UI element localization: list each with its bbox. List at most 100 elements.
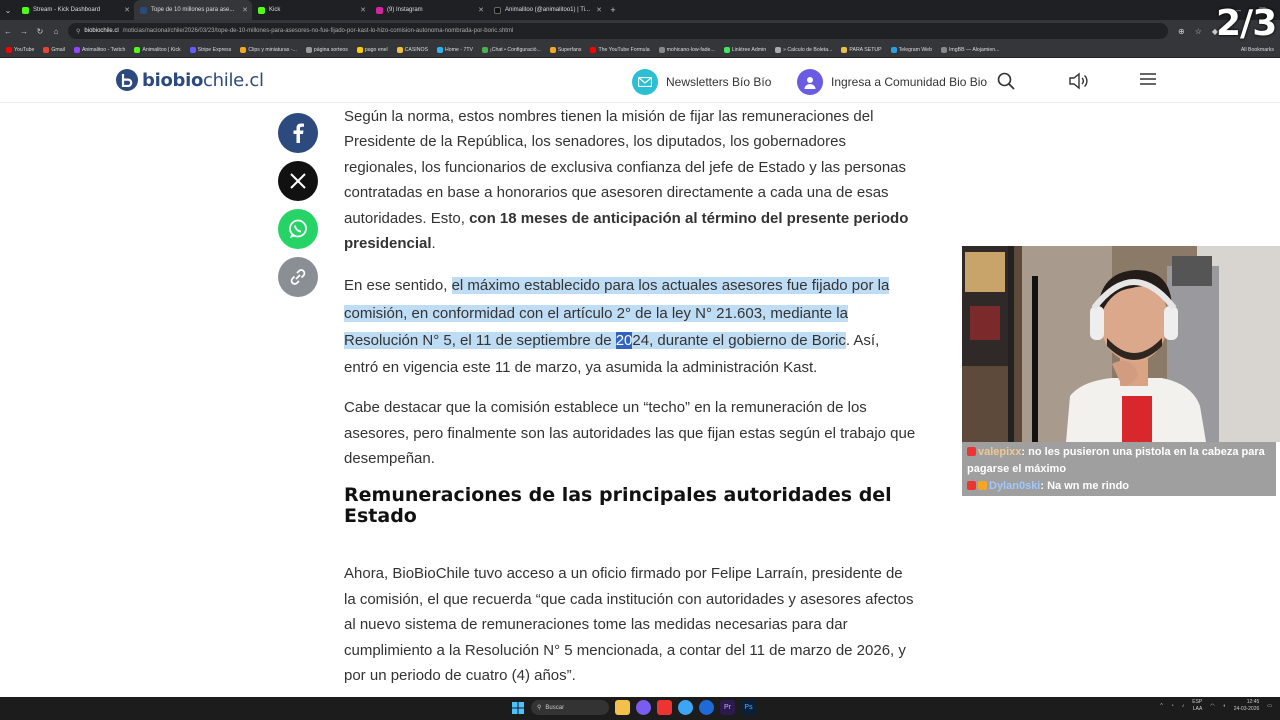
premiere-icon[interactable]: Pr <box>720 700 735 715</box>
bookmark-favicon-icon <box>890 46 897 53</box>
tab-search-icon[interactable]: ⌄ <box>0 6 16 15</box>
webcam-overlay <box>962 246 1280 442</box>
close-tab-icon[interactable]: ✕ <box>478 6 484 14</box>
reload-icon[interactable]: ↻ <box>32 27 48 36</box>
wifi-icon[interactable]: ◠ <box>1210 703 1214 709</box>
discord-icon[interactable] <box>636 700 651 715</box>
back-icon[interactable]: ← <box>0 27 16 36</box>
tab-kick-dashboard[interactable]: Stream - Kick Dashboard ✕ <box>16 0 134 20</box>
tray-chevron-icon[interactable]: ^ <box>1160 703 1162 709</box>
bookmark-favicon-icon <box>189 46 196 53</box>
url-field[interactable]: ⚲ biobiochile.cl/noticias/nacional/chile… <box>68 23 1168 39</box>
search-icon: ⚲ <box>537 705 542 711</box>
search-icon[interactable] <box>997 72 1015 95</box>
bookmark-item[interactable]: Animalitoo - Twitch <box>73 46 125 53</box>
search-label: Buscar <box>545 704 565 711</box>
close-tab-icon[interactable]: ✕ <box>242 6 248 14</box>
bookmark-item[interactable]: pago enel <box>356 46 388 53</box>
bookmark-item[interactable]: PARA SETUP <box>841 46 882 53</box>
photoshop-icon[interactable]: Ps <box>741 700 756 715</box>
bookmark-item[interactable]: CASINOS <box>396 46 428 53</box>
bookmark-item[interactable]: Gmail <box>43 46 65 53</box>
file-explorer-icon[interactable] <box>615 700 630 715</box>
bookmark-favicon-icon <box>658 46 665 53</box>
bookmark-item[interactable]: ImgBB — Alojamien... <box>940 46 1000 53</box>
kick-favicon-icon <box>22 6 29 14</box>
tab-label: Tope de 10 millones para ase... <box>151 7 235 13</box>
bookmark-label: PARA SETUP <box>849 46 882 53</box>
bookmark-label: página sorteos <box>313 46 348 53</box>
selection-cursor-text: 20 <box>615 331 633 349</box>
bookmark-item[interactable]: » Calculo de Boleta... <box>775 46 832 53</box>
bookmark-item[interactable]: Linktree Admin <box>723 46 766 53</box>
bookmark-item[interactable]: Stripe Express <box>189 46 231 53</box>
notifications-icon[interactable]: ▭ <box>1267 703 1272 709</box>
moderator-badge-icon <box>978 481 987 490</box>
taskbar-apps: ⚲ Buscar Pr Ps <box>510 700 756 715</box>
biobio-logo[interactable]: biobiochile.cl <box>116 69 264 91</box>
bookmark-label: Home - 7TV <box>445 46 473 53</box>
chrome-icon[interactable] <box>678 700 693 715</box>
mail-icon <box>632 69 658 95</box>
close-tab-icon[interactable]: ✕ <box>124 6 130 14</box>
bookmark-favicon-icon <box>841 46 848 53</box>
volume-icon[interactable]: ◖ <box>1223 703 1226 709</box>
bookmark-item[interactable]: YouTube <box>6 46 34 53</box>
bookmark-favicon-icon <box>356 46 363 53</box>
all-bookmarks-button[interactable]: All Bookmarks <box>1241 47 1280 53</box>
bookmark-favicon-icon <box>437 46 443 53</box>
browser-tab-bar: ⌄ Stream - Kick Dashboard ✕ Tope de 10 mi… <box>0 0 1280 20</box>
subscriber-badge-icon <box>967 481 976 490</box>
bookmark-item[interactable]: The YouTube Formula <box>590 46 650 53</box>
tab-tiktok[interactable]: Animalitoo (@animalitoo1) | Ti... ✕ <box>488 0 606 20</box>
bookmark-star-icon[interactable]: ☆ <box>1195 27 1202 36</box>
comunidad-link[interactable]: Ingresa a Comunidad Bio Bio <box>797 69 987 95</box>
bookmark-item[interactable]: Animalitoo | Kick <box>134 46 181 53</box>
bookmark-favicon-icon <box>940 46 947 53</box>
bookmark-item[interactable]: Telegram Web <box>890 46 932 53</box>
facebook-share-button[interactable] <box>278 113 318 153</box>
mic-icon[interactable]: ♪ <box>1182 703 1185 709</box>
bookmark-item[interactable]: mohicano-low-fade... <box>658 46 715 53</box>
bookmark-item[interactable]: página sorteos <box>305 46 348 53</box>
logo-text: biobiochile.cl <box>142 69 264 91</box>
biobio-favicon-icon <box>140 6 147 14</box>
bookmark-favicon-icon <box>723 46 730 53</box>
chat-text: Na wn me rindo <box>1047 480 1130 492</box>
tab-instagram[interactable]: (9) Instagram ✕ <box>370 0 488 20</box>
copy-link-button[interactable] <box>278 257 318 297</box>
bookmark-item[interactable]: Clips y miniaturas -... <box>240 46 297 53</box>
close-tab-icon[interactable]: ✕ <box>360 6 366 14</box>
site-info-icon[interactable]: ⚲ <box>76 28 80 35</box>
close-tab-icon[interactable]: ✕ <box>596 6 602 14</box>
audio-icon[interactable] <box>1068 72 1088 95</box>
tab-biobio-article[interactable]: Tope de 10 millones para ase... ✕ <box>134 0 252 20</box>
language-indicator[interactable]: ESP LAA <box>1192 699 1202 713</box>
windows-start-icon[interactable] <box>510 700 525 715</box>
hamburger-menu-icon[interactable] <box>1140 72 1156 91</box>
forward-icon[interactable]: → <box>16 27 32 36</box>
comunidad-label: Ingresa a Comunidad Bio Bio <box>831 75 988 89</box>
bookmark-favicon-icon <box>549 46 556 53</box>
tab-kick[interactable]: Kick ✕ <box>252 0 370 20</box>
url-path: /noticias/nacional/chile/2026/03/23/tope… <box>122 28 514 34</box>
bookmark-item[interactable]: Superfans <box>549 46 581 53</box>
bookmark-item[interactable]: ¡Chat • Configuració... <box>481 46 541 53</box>
obs-icon[interactable] <box>699 700 714 715</box>
x-icon <box>290 173 306 189</box>
bookmark-item[interactable]: Home - 7TV <box>437 46 473 53</box>
video-app-icon[interactable] <box>657 700 672 715</box>
new-tab-button[interactable]: + <box>606 5 620 15</box>
home-icon[interactable]: ⌂ <box>48 27 64 36</box>
taskbar-search[interactable]: ⚲ Buscar <box>531 700 609 715</box>
bookmark-favicon-icon <box>775 46 782 53</box>
bookmark-label: ImgBB — Alojamien... <box>948 46 1000 53</box>
clock[interactable]: 12:45 24-03-2026 <box>1234 699 1260 713</box>
x-share-button[interactable] <box>278 161 318 201</box>
newsletters-link[interactable]: Newsletters Bío Bío <box>632 69 771 95</box>
whatsapp-share-button[interactable] <box>278 209 318 249</box>
newsletters-label: Newsletters Bío Bío <box>666 75 772 89</box>
bookmark-favicon-icon <box>590 46 597 53</box>
zoom-icon[interactable]: ⊕ <box>1178 27 1185 36</box>
network-icon[interactable]: ◔ <box>1171 703 1174 709</box>
